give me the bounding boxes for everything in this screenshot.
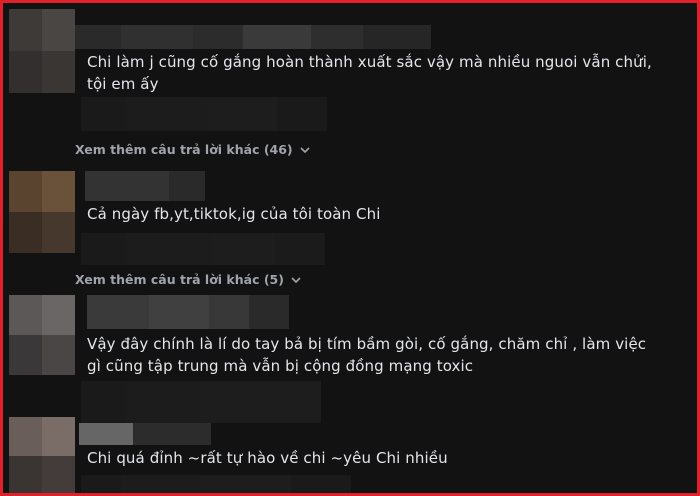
username-blurred[interactable] — [87, 295, 289, 329]
view-more-replies-button[interactable]: Xem thêm câu trả lời khác (5) — [75, 272, 302, 287]
avatar[interactable] — [9, 9, 75, 93]
avatar[interactable] — [9, 295, 75, 375]
chevron-down-icon — [291, 276, 301, 283]
view-more-label: Xem thêm câu trả lời khác (5) — [75, 272, 284, 287]
avatar[interactable] — [9, 171, 75, 253]
username-blurred[interactable] — [75, 25, 431, 49]
comment-actions-blurred — [81, 381, 321, 423]
username-blurred[interactable] — [85, 171, 205, 201]
comment-text: Chi làm j cũng cố gắng hoàn thành xuất s… — [87, 53, 652, 93]
comment-actions-blurred — [81, 233, 325, 265]
comments-panel: Chi làm j cũng cố gắng hoàn thành xuất s… — [0, 0, 700, 496]
view-more-replies-button[interactable]: Xem thêm câu trả lời khác (46) — [75, 142, 311, 157]
chevron-down-icon — [300, 146, 310, 153]
view-more-label: Xem thêm câu trả lời khác (46) — [75, 142, 293, 157]
comment-actions-blurred — [81, 475, 351, 493]
username-blurred[interactable] — [79, 423, 211, 445]
comment-actions-blurred — [81, 97, 327, 131]
comment-text: Chi quá đỉnh ~rất tự hào về chi ~yêu Chi… — [87, 449, 448, 467]
avatar[interactable] — [9, 417, 75, 493]
comment-text: Vậy đây chính là lí do tay bả bị tím bầm… — [87, 335, 647, 375]
comment-text: Cả ngày fb,yt,tiktok,ig của tôi toàn Chi — [87, 205, 381, 223]
